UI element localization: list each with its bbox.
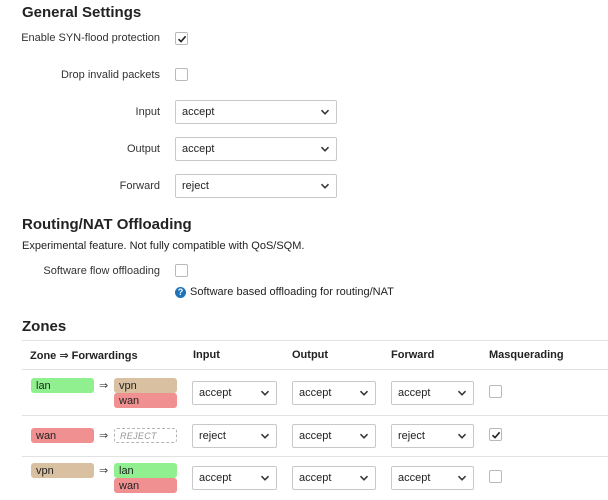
chevron-down-icon — [260, 390, 270, 396]
wan-forward-select[interactable]: reject — [391, 424, 474, 448]
forwarding-badge-wan: wan — [114, 393, 177, 408]
output-policy-label: Output — [126, 143, 160, 155]
lan-forward-select[interactable]: accept — [391, 381, 474, 405]
chevron-down-icon — [320, 109, 330, 115]
lan-input-value: accept — [199, 387, 232, 399]
wan-forward-value: reject — [398, 430, 425, 442]
chevron-down-icon — [359, 390, 369, 396]
forwarding-badge-lan: lan — [114, 463, 177, 478]
info-icon: ? — [175, 286, 186, 298]
col-masquerading: Masquerading — [489, 349, 564, 361]
output-policy-select[interactable]: accept — [175, 137, 337, 161]
chevron-down-icon — [457, 433, 467, 439]
software-flow-help-text: Software based offloading for routing/NA… — [190, 286, 394, 298]
checkmark-icon — [491, 431, 500, 439]
chevron-down-icon — [457, 390, 467, 396]
forwarding-badge-reject: REJECT — [114, 428, 177, 443]
col-forward: Forward — [391, 349, 435, 361]
vpn-input-value: accept — [199, 472, 232, 484]
input-policy-value: accept — [182, 106, 215, 118]
lan-output-select[interactable]: accept — [292, 381, 376, 405]
vpn-forward-select[interactable]: accept — [391, 466, 474, 490]
table-row: lan ⇒ vpn wan accept accept accept — [22, 370, 608, 415]
zones-title: Zones — [22, 318, 67, 335]
lan-input-select[interactable]: accept — [192, 381, 277, 405]
chevron-down-icon — [320, 183, 330, 189]
wan-input-select[interactable]: reject — [192, 424, 277, 448]
zone-badge-wan: wan — [31, 428, 94, 443]
vpn-forward-value: accept — [398, 472, 431, 484]
chevron-down-icon — [260, 433, 270, 439]
chevron-down-icon — [320, 146, 330, 152]
forward-policy-label: Forward — [119, 180, 160, 192]
forward-policy-select[interactable]: reject — [175, 174, 337, 198]
lan-forward-value: accept — [398, 387, 431, 399]
table-row: wan ⇒ REJECT reject accept reject — [22, 416, 608, 456]
syn-flood-label: Enable SYN-flood protection — [21, 32, 160, 44]
forward-arrow: ⇒ — [99, 465, 109, 477]
vpn-output-value: accept — [299, 472, 332, 484]
checkmark-icon — [177, 35, 186, 43]
offloading-description: Experimental feature. Not fully compatib… — [22, 240, 305, 252]
forward-arrow: ⇒ — [99, 430, 109, 442]
forward-arrow: ⇒ — [99, 380, 109, 392]
wan-masquerading-checkbox[interactable] — [489, 428, 502, 441]
software-flow-checkbox[interactable] — [175, 264, 188, 277]
general-settings-title: General Settings — [22, 4, 142, 21]
vpn-input-select[interactable]: accept — [192, 466, 277, 490]
drop-invalid-label: Drop invalid packets — [60, 69, 160, 81]
chevron-down-icon — [457, 475, 467, 481]
forwarding-badge-vpn: vpn — [114, 378, 177, 393]
input-policy-select[interactable]: accept — [175, 100, 337, 124]
offloading-title: Routing/NAT Offloading — [22, 216, 192, 233]
drop-invalid-checkbox[interactable] — [175, 68, 188, 81]
table-row: vpn ⇒ lan wan accept accept accept — [22, 457, 608, 500]
col-output: Output — [292, 349, 329, 361]
forward-policy-value: reject — [182, 180, 209, 192]
col-zone-forwardings: Zone ⇒ Forwardings — [30, 350, 138, 362]
lan-masquerading-checkbox[interactable] — [489, 385, 502, 398]
chevron-down-icon — [260, 475, 270, 481]
chevron-down-icon — [359, 433, 369, 439]
zone-badge-lan: lan — [31, 378, 94, 393]
vpn-masquerading-checkbox[interactable] — [489, 470, 502, 483]
software-flow-label: Software flow offloading — [43, 265, 160, 277]
col-input: Input — [193, 349, 220, 361]
forwarding-badge-wan: wan — [114, 478, 177, 493]
wan-output-value: accept — [299, 430, 332, 442]
syn-flood-checkbox[interactable] — [175, 32, 188, 45]
input-policy-label: Input — [135, 106, 160, 118]
zone-badge-vpn: vpn — [31, 463, 94, 478]
lan-output-value: accept — [299, 387, 332, 399]
wan-output-select[interactable]: accept — [292, 424, 376, 448]
chevron-down-icon — [359, 475, 369, 481]
output-policy-value: accept — [182, 143, 215, 155]
vpn-output-select[interactable]: accept — [292, 466, 376, 490]
wan-input-value: reject — [199, 430, 226, 442]
software-flow-help: ? Software based offloading for routing/… — [175, 286, 394, 298]
